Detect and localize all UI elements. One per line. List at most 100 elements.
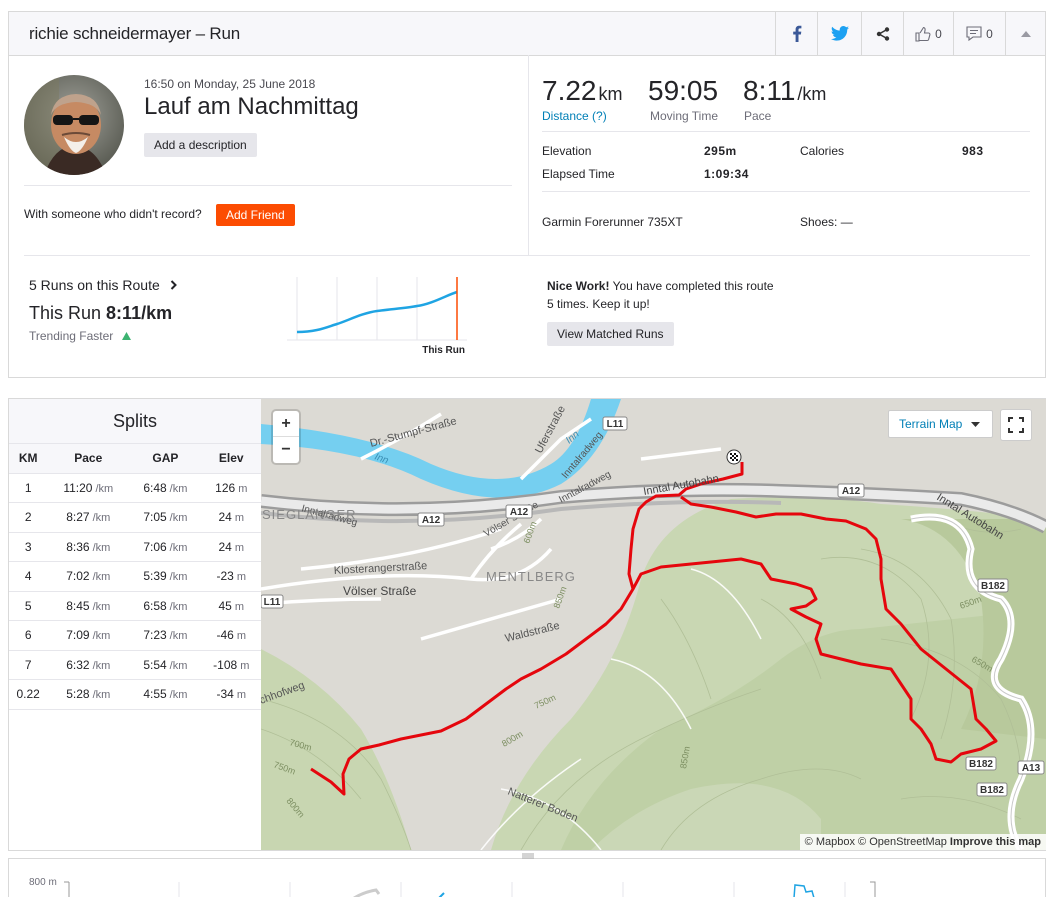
split-gap-unit: /km <box>169 689 188 702</box>
split-pace-unit: /km <box>92 659 111 672</box>
map-label-street: Völser Straße <box>343 584 417 598</box>
road-shield: L11 <box>602 416 628 431</box>
elapsed-time-label: Elapsed Time <box>542 167 615 181</box>
split-km: 4 <box>9 561 48 592</box>
split-pace-unit: /km <box>92 630 111 643</box>
distance-help-link[interactable]: Distance (?) <box>542 109 607 123</box>
pace-number: 8:11 <box>743 75 796 106</box>
split-gap: 7:05/km <box>129 502 202 533</box>
split-pace: 8:36/km <box>47 532 130 562</box>
split-gap-unit: /km <box>169 482 188 495</box>
zoom-in-button[interactable]: + <box>273 411 299 437</box>
add-friend-button[interactable]: Add Friend <box>216 204 295 226</box>
split-row[interactable]: 5 8:45/km 6:58/km 45 m <box>9 591 261 621</box>
split-gap-unit: /km <box>169 600 188 613</box>
share-button[interactable] <box>861 12 903 55</box>
split-gap-unit: /km <box>169 659 188 672</box>
map-layer-label: Terrain Map <box>899 417 963 431</box>
road-shield: L11 <box>261 594 284 609</box>
comment-button[interactable]: 0 <box>953 12 1005 55</box>
split-row[interactable]: 0.22 5:28/km 4:55/km -34 m <box>9 679 261 710</box>
zoom-control: + − <box>273 411 299 463</box>
split-elev-unit: m <box>240 659 250 672</box>
split-km-value: 5 <box>24 598 32 613</box>
map-label-district: SIEGLANGER <box>262 507 357 522</box>
route-map[interactable]: Dr.-Stumpf-Straße Uferstraße Inntalradwe… <box>261 399 1046 850</box>
col-km: KM <box>9 444 48 474</box>
split-km: 6 <box>9 620 48 651</box>
split-row[interactable]: 7 6:32/km 5:54/km -108 m <box>9 650 261 680</box>
trend-status: Trending Faster <box>29 329 131 343</box>
kudos-button[interactable]: 0 <box>903 12 953 55</box>
split-gap-value: 4:55 <box>143 687 167 702</box>
activity-name: Lauf am Nachmittag <box>144 93 359 120</box>
split-elev-value: 24 <box>218 539 232 554</box>
improve-map-link[interactable]: Improve this map <box>950 836 1041 848</box>
split-pace-value: 7:02 <box>66 569 90 584</box>
twitter-share-button[interactable] <box>817 12 861 55</box>
split-elev-unit: m <box>234 512 245 525</box>
split-row[interactable]: 4 7:02/km 5:39/km -23 m <box>9 561 261 592</box>
map-canvas[interactable]: Dr.-Stumpf-Straße Uferstraße Inntalradwe… <box>261 399 1046 850</box>
collapse-button[interactable] <box>1005 12 1046 55</box>
split-pace-unit: /km <box>92 541 111 554</box>
view-matched-runs-button[interactable]: View Matched Runs <box>547 322 674 346</box>
zoom-out-button[interactable]: − <box>273 437 299 463</box>
col-pace: Pace <box>47 444 130 474</box>
split-pace: 6:32/km <box>47 650 130 680</box>
contour-label: 850m <box>551 585 568 610</box>
split-gap-value: 7:06 <box>143 539 167 554</box>
add-description-button[interactable]: Add a description <box>144 133 257 157</box>
mapbox-link[interactable]: © Mapbox <box>805 836 855 848</box>
fullscreen-button[interactable] <box>1001 410 1031 440</box>
distance-number: 7.22 <box>542 75 597 106</box>
map-layer-select[interactable]: Terrain Map <box>888 410 993 438</box>
col-gap: GAP <box>129 444 202 474</box>
split-km: 0.22 <box>9 679 48 710</box>
splits-table-panel: Splits KM Pace GAP Elev 1 11:20/km 6:48/km… <box>9 399 261 851</box>
runs-on-route-link[interactable]: 5 Runs on this Route <box>29 277 178 293</box>
split-pace-value: 5:28 <box>66 687 90 702</box>
this-run-marker-label: This Run <box>422 345 465 355</box>
split-gap-value: 5:54 <box>143 657 167 672</box>
split-row[interactable]: 6 7:09/km 7:23/km -46 m <box>9 620 261 651</box>
elevation-axis-label: 800 m <box>29 877 57 888</box>
split-pace-value: 11:20 <box>63 480 93 495</box>
distance-unit: km <box>598 84 623 104</box>
split-km-value: 0.22 <box>16 687 40 702</box>
nice-work-message: Nice Work! You have completed this route… <box>547 277 777 313</box>
split-row[interactable]: 3 8:36/km 7:06/km 24 m <box>9 532 261 562</box>
split-row[interactable]: 2 8:27/km 7:05/km 24 m <box>9 502 261 533</box>
split-pace-value: 6:32 <box>66 657 90 672</box>
with-someone-label: With someone who didn't record? <box>24 207 202 221</box>
split-pace-unit: /km <box>95 482 114 495</box>
facebook-share-button[interactable] <box>775 12 817 55</box>
road-shield-label: A13 <box>1022 763 1041 774</box>
grip-icon <box>522 853 534 859</box>
nice-work-title: Nice Work! <box>547 279 610 293</box>
split-gap: 4:55/km <box>129 679 202 710</box>
road-shield-label: L11 <box>264 597 281 608</box>
split-elev: -108 m <box>201 650 261 680</box>
share-icon <box>876 26 889 41</box>
split-pace-value: 7:09 <box>66 628 90 643</box>
avatar[interactable] <box>24 75 124 175</box>
contour-label: 600m <box>521 520 538 545</box>
split-pace: 7:02/km <box>47 561 130 592</box>
split-elev-unit: m <box>234 600 245 613</box>
split-elev-value: 24 <box>218 510 232 525</box>
split-pace-unit: /km <box>92 689 111 702</box>
split-gap: 5:54/km <box>129 650 202 680</box>
split-row[interactable]: 1 11:20/km 6:48/km 126 m <box>9 473 261 503</box>
divider <box>528 55 529 255</box>
split-elev-value: 45 <box>218 598 232 613</box>
finish-flag-icon <box>726 449 742 465</box>
split-pace-value: 8:36 <box>66 539 90 554</box>
resize-handle[interactable] <box>522 852 534 863</box>
shoes-info: Shoes: — <box>800 215 853 229</box>
split-gap-value: 6:58 <box>143 598 167 613</box>
elevation-label: Elevation <box>542 144 592 158</box>
split-elev: -34 m <box>201 679 261 710</box>
map-label-district: MENTLBERG <box>486 569 576 584</box>
osm-link[interactable]: © OpenStreetMap <box>858 836 947 848</box>
